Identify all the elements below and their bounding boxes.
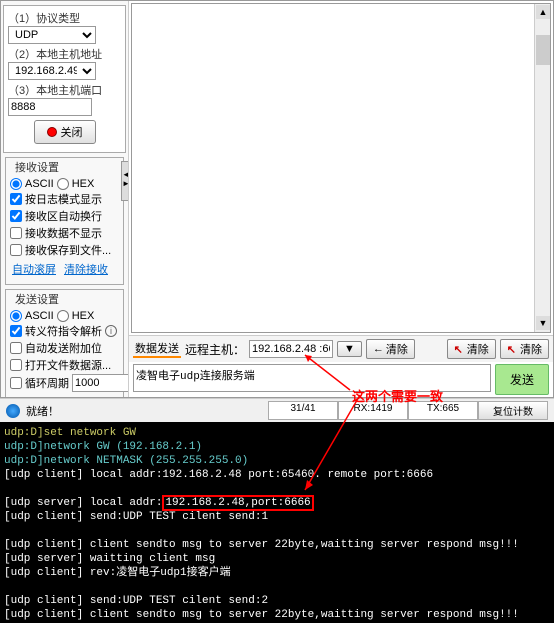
info-icon[interactable]: i [105,325,117,337]
protocol-select[interactable]: UDP [8,26,96,44]
status-ratio: 31/41 [268,401,338,420]
local-port-label: （3）本地主机端口 [8,82,121,98]
scroll-up-arrow-icon[interactable]: ▲ [536,5,550,19]
connection-group: （1）协议类型 UDP （2）本地主机地址 192.168.2.49 （3）本地… [3,5,126,153]
scroll-down-arrow-icon[interactable]: ▼ [536,316,550,330]
rx-autowrap-checkbox[interactable] [10,210,22,222]
top-panel: （1）协议类型 UDP （2）本地主机地址 192.168.2.49 （3）本地… [0,0,554,398]
send-textarea[interactable] [133,364,491,392]
x-icon: ↖ [454,343,463,356]
clear-remote-button[interactable]: ← 清除 [366,339,415,359]
receive-settings-title: 接收设置 [12,159,62,175]
send-button[interactable]: 发送 [495,364,549,395]
remote-host-input[interactable] [249,340,333,358]
tx-ascii-radio[interactable] [10,310,22,322]
rx-hex-label: HEX [72,178,95,190]
tx-period-input[interactable] [72,374,129,392]
local-ip-label: （2）本地主机地址 [8,46,121,62]
rx-ascii-label: ASCII [25,178,54,190]
tx-escape-label: 转义符指令解析 [25,323,102,339]
clear-button-3[interactable]: ↖清除 [500,339,549,359]
rx-hide-checkbox[interactable] [10,227,22,239]
tx-escape-checkbox[interactable] [10,325,22,337]
shortcut-link[interactable]: 快捷指令 [12,395,56,397]
rx-hide-label: 接收数据不显示 [25,225,102,241]
rx-savefile-checkbox[interactable] [10,244,22,256]
status-rx: RX:1419 [338,401,408,420]
rx-autowrap-label: 接收区自动换行 [25,208,102,224]
scrollbar-vertical[interactable]: ▲ ▼ [534,4,550,332]
send-settings-title: 发送设置 [12,291,62,307]
receive-textarea[interactable]: ▲ ▼ [131,3,551,333]
close-button-label: 关闭 [61,124,83,140]
status-bar: 就绪！ 31/41 RX:1419 TX:665 复位计数 [0,398,554,422]
tx-append-label: 自动发送附加位 [25,340,102,356]
clear-rx-link[interactable]: 清除接收 [64,261,108,277]
reset-counter-button[interactable]: 复位计数 [478,401,548,420]
remote-host-label: 远程主机： [185,341,245,358]
tx-filedata-checkbox[interactable] [10,359,22,371]
data-send-label: 数据发送 [133,340,181,358]
send-settings-group: 发送设置 ASCII HEX 转义符指令解析 i 自动发送附加位 打开文件数据源… [5,289,124,397]
close-button[interactable]: 关闭 [34,120,96,144]
remote-dropdown-button[interactable]: ▼ [337,341,362,357]
tx-filedata-label: 打开文件数据源... [25,357,111,373]
tx-loop-label: 循环周期 [25,375,69,391]
console-output: udp:D]set network GWudp:D]network GW (19… [0,422,554,623]
rx-logmode-checkbox[interactable] [10,193,22,205]
rx-hex-radio[interactable] [57,178,69,190]
rx-ascii-radio[interactable] [10,178,22,190]
record-icon [47,127,57,137]
globe-icon [6,404,20,418]
protocol-label: （1）协议类型 [8,10,121,26]
autoscroll-link[interactable]: 自动滚屏 [12,261,56,277]
rx-savefile-label: 接收保存到文件... [25,242,111,258]
rx-logmode-label: 按日志模式显示 [25,191,102,207]
tx-ascii-label: ASCII [25,310,54,322]
x-icon: ↖ [507,343,516,356]
status-tx: TX:665 [408,401,478,420]
tx-append-checkbox[interactable] [10,342,22,354]
tx-loop-checkbox[interactable] [10,377,22,389]
local-ip-select[interactable]: 192.168.2.49 [8,62,96,80]
scroll-thumb[interactable] [536,35,550,65]
right-column: ▲ ▼ 数据发送 远程主机： ▼ ← 清除 ↖清除 ↖清除 发送 [129,1,553,397]
history-link[interactable]: 历史发送 [64,395,108,397]
left-settings-column: （1）协议类型 UDP （2）本地主机地址 192.168.2.49 （3）本地… [1,1,129,397]
tx-hex-radio[interactable] [57,310,69,322]
splitter-handle[interactable]: ◄► [121,161,129,201]
clear-button-2[interactable]: ↖清除 [447,339,496,359]
send-area-row: 发送 [129,362,553,397]
send-bar: 数据发送 远程主机： ▼ ← 清除 ↖清除 ↖清除 [129,335,553,362]
status-ready-label: 就绪！ [26,403,59,419]
tx-hex-label: HEX [72,310,95,322]
receive-settings-group: 接收设置 ASCII HEX 按日志模式显示 接收区自动换行 接收数据不显示 接… [5,157,124,285]
local-port-input[interactable] [8,98,92,116]
